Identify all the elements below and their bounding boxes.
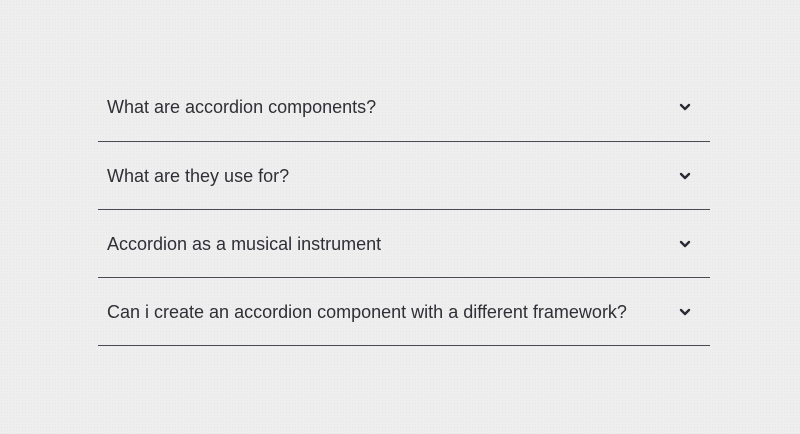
accordion-item-what-are-they-use-for[interactable]: What are they use for? (98, 142, 710, 210)
chevron-down-icon[interactable] (678, 171, 692, 181)
accordion-question: What are accordion components? (107, 97, 377, 117)
faq-accordion: What are accordion components? What are … (98, 73, 710, 346)
accordion-item-what-are-accordion-components[interactable]: What are accordion components? (98, 73, 710, 142)
chevron-down-icon[interactable] (678, 307, 692, 317)
accordion-question: Accordion as a musical instrument (107, 233, 382, 254)
accordion-item-different-framework[interactable]: Can i create an accordion component with… (98, 278, 710, 346)
chevron-down-icon[interactable] (678, 102, 692, 112)
accordion-question: What are they use for? (107, 165, 290, 186)
chevron-down-icon[interactable] (678, 239, 692, 249)
accordion-item-musical-instrument[interactable]: Accordion as a musical instrument (98, 210, 710, 278)
accordion-question: Can i create an accordion component with… (107, 301, 627, 322)
